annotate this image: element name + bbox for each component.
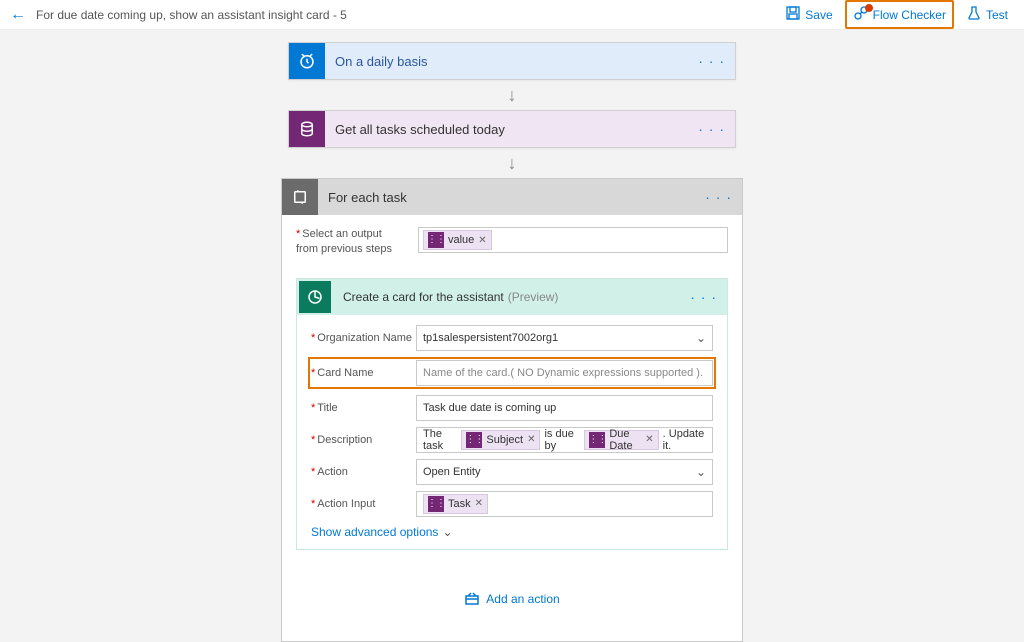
trigger-header[interactable]: On a daily basis · · · — [289, 43, 735, 79]
select-output-row: *Select an output from previous steps ⋮⋮… — [296, 227, 728, 258]
save-icon — [785, 5, 801, 24]
description-input[interactable]: The task ⋮⋮ Subject ✕ is due by ⋮⋮ Due D… — [416, 427, 713, 453]
token-label: value — [448, 234, 474, 246]
action-input-row: *Action Input ⋮⋮ Task ✕ — [311, 491, 713, 517]
top-actions: Save Flow Checker Test — [779, 0, 1014, 29]
card-icon — [299, 281, 331, 313]
add-action-label: Add an action — [486, 592, 559, 606]
test-icon — [966, 5, 982, 24]
token-icon: ⋮⋮ — [589, 432, 605, 448]
action-input-label: *Action Input — [311, 498, 416, 510]
create-card-body: *Organization Name tp1salespersistent700… — [297, 315, 727, 549]
trigger-title: On a daily basis — [325, 54, 698, 69]
loop-icon — [282, 179, 318, 215]
select-output-input[interactable]: ⋮⋮ value ✕ — [418, 227, 728, 253]
save-label: Save — [805, 8, 832, 22]
description-label: *Description — [311, 434, 416, 446]
desc-text-mid: is due by — [544, 428, 580, 452]
get-tasks-header[interactable]: Get all tasks scheduled today · · · — [289, 111, 735, 147]
create-card-header[interactable]: Create a card for the assistant(Preview)… — [297, 279, 727, 315]
foreach-header[interactable]: For each task · · · — [282, 179, 742, 215]
notification-dot-icon — [865, 4, 873, 12]
org-name-value: tp1salespersistent7002org1 — [423, 332, 558, 344]
title-label: *Title — [311, 402, 416, 414]
value-token[interactable]: ⋮⋮ value ✕ — [423, 230, 492, 250]
action-input-field[interactable]: ⋮⋮ Task ✕ — [416, 491, 713, 517]
token-remove-icon[interactable]: ✕ — [475, 498, 483, 509]
action-value: Open Entity — [423, 466, 480, 478]
desc-text-post: . Update it. — [663, 428, 706, 452]
card-name-input[interactable]: Name of the card.( NO Dynamic expression… — [416, 360, 713, 386]
trigger-menu-button[interactable]: · · · — [698, 53, 725, 69]
flow-title: For due date coming up, show an assistan… — [36, 8, 779, 22]
back-arrow-icon[interactable]: ← — [10, 6, 26, 24]
get-tasks-title: Get all tasks scheduled today — [325, 122, 698, 137]
token-icon: ⋮⋮ — [466, 432, 482, 448]
top-bar: ← For due date coming up, show an assist… — [0, 0, 1024, 30]
duedate-token[interactable]: ⋮⋮ Due Date ✕ — [584, 430, 658, 450]
create-card-title: Create a card for the assistant(Preview) — [333, 290, 690, 304]
action-dropdown[interactable]: Open Entity ⌄ — [416, 459, 713, 485]
foreach-card: For each task · · · *Select an output fr… — [281, 178, 743, 642]
database-icon — [289, 111, 325, 147]
preview-tag: (Preview) — [508, 290, 559, 304]
foreach-menu-button[interactable]: · · · — [705, 189, 732, 205]
foreach-body: *Select an output from previous steps ⋮⋮… — [282, 215, 742, 641]
test-button[interactable]: Test — [960, 2, 1014, 27]
add-action-icon — [464, 590, 480, 609]
arrow-down-icon: ↓ — [508, 154, 517, 172]
test-label: Test — [986, 8, 1008, 22]
token-label: Due Date — [609, 428, 641, 452]
org-name-dropdown[interactable]: tp1salespersistent7002org1 ⌄ — [416, 325, 713, 351]
create-card-menu-button[interactable]: · · · — [690, 289, 717, 305]
token-label: Subject — [486, 434, 523, 446]
task-token[interactable]: ⋮⋮ Task ✕ — [423, 494, 488, 514]
token-icon: ⋮⋮ — [428, 232, 444, 248]
get-tasks-card[interactable]: Get all tasks scheduled today · · · — [288, 110, 736, 148]
chevron-down-icon: ⌄ — [442, 525, 452, 539]
required-asterisk: * — [296, 228, 300, 240]
flow-checker-button[interactable]: Flow Checker — [845, 0, 954, 29]
card-name-row: *Card Name Name of the card.( NO Dynamic… — [308, 357, 716, 389]
action-label: *Action — [311, 466, 416, 478]
org-name-label: *Organization Name — [311, 332, 416, 344]
show-advanced-label: Show advanced options — [311, 525, 438, 539]
flow-checker-label: Flow Checker — [873, 8, 946, 22]
clock-icon — [289, 43, 325, 79]
desc-text-pre: The task — [423, 428, 457, 452]
get-tasks-menu-button[interactable]: · · · — [698, 121, 725, 137]
description-row: *Description The task ⋮⋮ Subject ✕ is du… — [311, 427, 713, 453]
select-output-label: *Select an output from previous steps — [296, 227, 406, 258]
title-input[interactable]: Task due date is coming up — [416, 395, 713, 421]
subject-token[interactable]: ⋮⋮ Subject ✕ — [461, 430, 540, 450]
org-name-row: *Organization Name tp1salespersistent700… — [311, 325, 713, 351]
add-action-button[interactable]: Add an action — [296, 590, 728, 609]
flow-checker-icon — [853, 5, 869, 24]
save-button[interactable]: Save — [779, 2, 838, 27]
token-label: Task — [448, 498, 471, 510]
show-advanced-button[interactable]: Show advanced options ⌄ — [311, 525, 713, 539]
token-remove-icon[interactable]: ✕ — [645, 434, 653, 445]
flow-canvas: On a daily basis · · · ↓ Get all tasks s… — [0, 30, 1024, 642]
chevron-down-icon: ⌄ — [696, 465, 706, 479]
chevron-down-icon: ⌄ — [696, 331, 706, 345]
title-row: *Title Task due date is coming up — [311, 395, 713, 421]
token-remove-icon[interactable]: ✕ — [527, 434, 535, 445]
card-name-label: *Card Name — [311, 367, 416, 379]
foreach-title: For each task — [318, 190, 705, 205]
arrow-down-icon: ↓ — [508, 86, 517, 104]
create-card-action: Create a card for the assistant(Preview)… — [296, 278, 728, 550]
trigger-card[interactable]: On a daily basis · · · — [288, 42, 736, 80]
action-row: *Action Open Entity ⌄ — [311, 459, 713, 485]
token-icon: ⋮⋮ — [428, 496, 444, 512]
token-remove-icon[interactable]: ✕ — [478, 235, 486, 246]
